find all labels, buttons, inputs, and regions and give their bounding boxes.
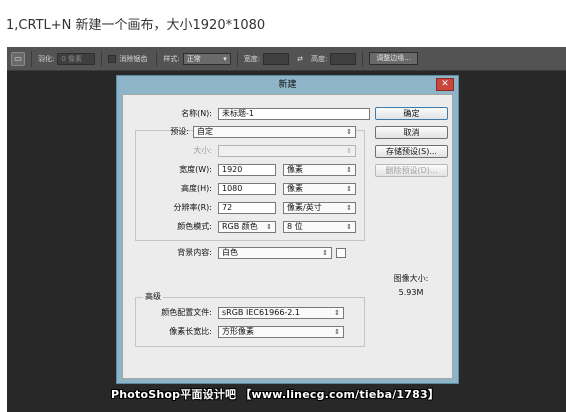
chevron-down-icon: ⇕ xyxy=(346,128,352,136)
width-unit-value: 像素 xyxy=(287,165,303,174)
background-color-swatch[interactable] xyxy=(336,248,346,258)
preset-label: 预设: xyxy=(170,127,189,136)
color-mode-label: 颜色模式: xyxy=(177,222,212,231)
new-document-dialog: 新建 ✕ 名称(N): 未标题-1 预设: 自定 ⇕ 大小: ⇕ 宽度(W): … xyxy=(116,75,459,384)
chevron-down-icon: ⇕ xyxy=(346,223,352,231)
height-input[interactable]: 1080 xyxy=(218,183,276,195)
chevron-down-icon: ⇕ xyxy=(334,328,340,336)
pixel-aspect-label: 像素长宽比: xyxy=(169,327,212,336)
bit-depth-select[interactable]: 8 位 ⇕ xyxy=(283,221,356,233)
width-input[interactable]: 1920 xyxy=(218,164,276,176)
size-label: 大小: xyxy=(193,146,212,155)
name-input[interactable]: 未标题-1 xyxy=(218,108,370,120)
style-label: 样式: xyxy=(163,54,180,63)
height-unit-select[interactable]: 像素 ⇕ xyxy=(283,183,356,195)
feather-label: 羽化: xyxy=(38,54,55,63)
save-preset-button[interactable]: 存储预设(S)... xyxy=(375,145,448,158)
chevron-down-icon: ⇕ xyxy=(346,147,352,155)
color-profile-label: 颜色配置文件: xyxy=(161,308,212,317)
delete-preset-button: 删除预设(D)... xyxy=(375,164,448,177)
divider xyxy=(236,50,238,67)
divider xyxy=(362,50,364,67)
watermark-text: PhotoShop平面设计吧 【www.linecg.com/tieba/178… xyxy=(111,388,440,401)
advanced-group xyxy=(135,297,365,347)
options-bar: ▭ 羽化: 0 像素 消除锯齿 样式: 正常 ▾ 宽度: ⇄ 高度: 调整边缘.… xyxy=(7,47,566,71)
image-size-value: 5.93M xyxy=(398,288,424,297)
pixel-aspect-select[interactable]: 方形像素 ⇕ xyxy=(218,326,344,338)
divider xyxy=(156,50,158,67)
chevron-down-icon: ⇕ xyxy=(346,166,352,174)
advanced-label: 高级 xyxy=(143,291,163,303)
style-value: 正常 xyxy=(186,54,201,63)
refine-edge-button[interactable]: 调整边缘... xyxy=(369,52,418,65)
resolution-input[interactable]: 72 xyxy=(218,202,276,214)
name-label: 名称(N): xyxy=(181,109,212,118)
chevron-down-icon: ▾ xyxy=(223,54,227,63)
chevron-down-icon: ⇕ xyxy=(346,185,352,193)
color-profile-value: sRGB IEC61966-2.1 xyxy=(222,308,301,317)
height-input[interactable] xyxy=(330,52,357,65)
ok-button[interactable]: 确定 xyxy=(375,107,448,120)
swap-arrows-icon[interactable]: ⇄ xyxy=(297,55,303,63)
preset-select[interactable]: 自定 ⇕ xyxy=(193,126,356,138)
resolution-label: 分辨率(R): xyxy=(173,203,213,212)
width-label: 宽度: xyxy=(243,54,261,63)
size-select: ⇕ xyxy=(218,145,356,157)
color-mode-select[interactable]: RGB 颜色 ⇕ xyxy=(218,221,276,233)
image-size-label: 图像大小: xyxy=(393,274,429,283)
antialias-checkbox[interactable] xyxy=(108,54,117,63)
feather-input[interactable]: 0 像素 xyxy=(57,52,96,65)
background-value: 白色 xyxy=(222,248,238,257)
chevron-down-icon: ⇕ xyxy=(346,204,352,212)
marquee-tool-icon[interactable]: ▭ xyxy=(11,51,25,66)
style-select[interactable]: 正常 ▾ xyxy=(182,52,231,65)
width-unit-select[interactable]: 像素 ⇕ xyxy=(283,164,356,176)
color-mode-value: RGB 颜色 xyxy=(222,222,258,231)
resolution-unit-value: 像素/英寸 xyxy=(287,203,322,212)
color-profile-select[interactable]: sRGB IEC61966-2.1 ⇕ xyxy=(218,307,344,319)
width-label: 宽度(W): xyxy=(179,165,212,174)
tutorial-caption: 1,CRTL+N 新建一个画布，大小1920*1080 xyxy=(6,18,266,33)
chevron-down-icon: ⇕ xyxy=(266,223,272,231)
chevron-down-icon: ⇕ xyxy=(334,309,340,317)
antialias-label: 消除锯齿 xyxy=(119,54,148,63)
bit-depth-value: 8 位 xyxy=(287,222,303,231)
cancel-button[interactable]: 取消 xyxy=(375,126,448,139)
divider xyxy=(31,50,32,67)
background-select[interactable]: 白色 ⇕ xyxy=(218,247,332,259)
dialog-title[interactable]: 新建 xyxy=(117,76,458,94)
dialog-body: 名称(N): 未标题-1 预设: 自定 ⇕ 大小: ⇕ 宽度(W): 1920 … xyxy=(122,94,453,379)
preset-value: 自定 xyxy=(197,127,213,136)
height-label: 高度: xyxy=(310,54,328,63)
height-label: 高度(H): xyxy=(181,184,212,193)
height-unit-value: 像素 xyxy=(287,184,303,193)
chevron-down-icon: ⇕ xyxy=(322,249,328,257)
background-label: 背景内容: xyxy=(177,248,212,257)
width-input[interactable] xyxy=(263,52,290,65)
close-icon[interactable]: ✕ xyxy=(436,78,454,91)
pixel-aspect-value: 方形像素 xyxy=(222,327,254,336)
resolution-unit-select[interactable]: 像素/英寸 ⇕ xyxy=(283,202,356,214)
divider xyxy=(101,50,103,67)
